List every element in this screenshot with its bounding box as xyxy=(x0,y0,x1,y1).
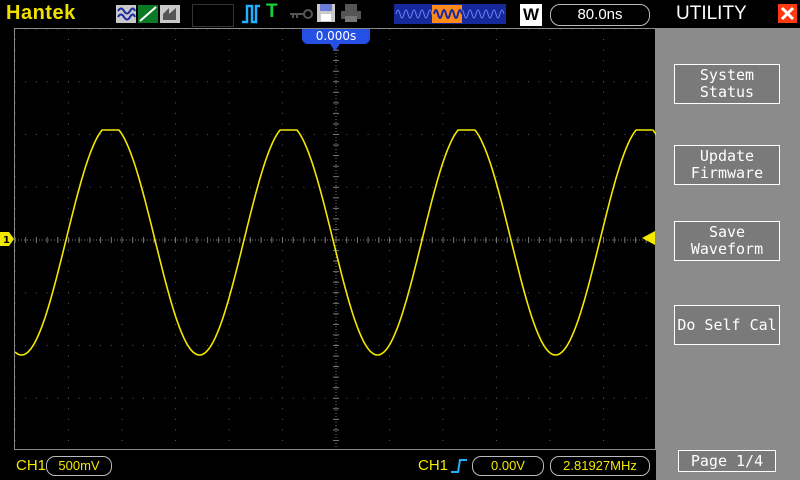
memory-view-window xyxy=(432,5,463,23)
brand-logo: Hantek xyxy=(6,2,76,24)
ch1-ground-marker[interactable]: 1 xyxy=(0,231,14,246)
menu-header: UTILITY xyxy=(656,0,800,28)
acquire-sample-icon[interactable] xyxy=(116,5,136,23)
window-memory-label: W xyxy=(520,4,542,26)
frequency-readout: 2.81927MHz xyxy=(550,456,650,476)
key-lock-icon xyxy=(288,6,314,25)
pulse-trigger-icon[interactable] xyxy=(240,3,262,29)
acquire-average-icon[interactable] xyxy=(160,5,180,23)
timebase-readout: 80.0ns xyxy=(550,4,650,26)
trigger-source-label: CH1 xyxy=(418,457,449,474)
printer-icon[interactable] xyxy=(340,3,362,27)
trigger-position-readout[interactable]: 0.000s xyxy=(302,29,370,44)
trigger-level-marker[interactable] xyxy=(642,231,655,245)
status-blank-box xyxy=(192,4,234,27)
ch1-waveform-trace xyxy=(15,129,657,356)
menu-title: UTILITY xyxy=(676,3,747,24)
update-firmware-button[interactable]: Update Firmware xyxy=(674,145,780,185)
self-cal-button[interactable]: Do Self Cal xyxy=(674,305,780,345)
waveform-area xyxy=(15,129,657,356)
ch1-vertical-scale: 500mV xyxy=(46,456,112,476)
close-menu-button[interactable] xyxy=(778,4,797,23)
trigger-position-arrow-icon xyxy=(330,44,340,51)
system-status-button[interactable]: System Status xyxy=(674,64,780,104)
trigger-mode-indicator: T xyxy=(266,1,278,22)
rising-edge-icon xyxy=(450,457,468,479)
save-disk-icon[interactable] xyxy=(316,3,336,27)
acquire-mode-icons xyxy=(116,5,180,23)
waveform-display[interactable] xyxy=(14,28,657,451)
menu-page-button[interactable]: Page 1/4 xyxy=(678,450,776,472)
channel-info-bar: CH1 500mV CH1 0.00V 2.81927MHz xyxy=(0,450,656,480)
status-bar: Hantek T W 80.0ns xyxy=(0,0,656,28)
close-icon xyxy=(780,6,795,21)
ch1-label: CH1 xyxy=(16,457,47,474)
trigger-level-readout: 0.00V xyxy=(472,456,544,476)
utility-menu: UTILITY System Status Update Firmware Sa… xyxy=(656,0,800,480)
save-waveform-button[interactable]: Save Waveform xyxy=(674,221,780,261)
ch1-marker-number: 1 xyxy=(3,235,10,246)
acquire-peak-icon[interactable] xyxy=(138,5,158,23)
